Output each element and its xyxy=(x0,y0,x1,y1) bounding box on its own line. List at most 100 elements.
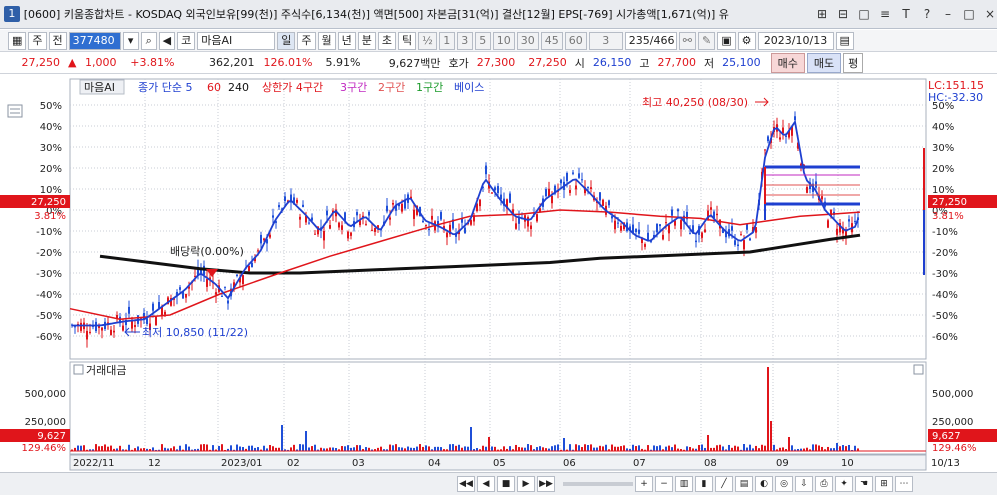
print-icon[interactable]: ⎙ xyxy=(815,476,833,492)
volume-bar xyxy=(722,446,724,451)
candle-body xyxy=(110,329,112,335)
fraction-button[interactable]: ½ xyxy=(418,31,437,50)
text-icon[interactable]: T xyxy=(899,7,913,21)
zoom-in-icon[interactable]: + xyxy=(635,476,653,492)
count-field[interactable]: 235/466 xyxy=(624,31,677,50)
search-icon[interactable]: ⌕ xyxy=(140,31,157,50)
stock-name-field[interactable]: 마음AI xyxy=(197,31,276,50)
legend-seg1[interactable]: 1구간 xyxy=(416,81,443,94)
time-axis-label: 03 xyxy=(352,458,365,469)
code-dropdown-icon[interactable]: ▾ xyxy=(122,31,139,50)
period-month[interactable]: 월 xyxy=(317,31,336,50)
candle-body xyxy=(86,330,88,340)
minute-30[interactable]: 30 xyxy=(516,31,539,50)
period-tick[interactable]: 틱 xyxy=(398,31,417,50)
prev-icon[interactable]: ◀ xyxy=(477,476,495,492)
zoom-out-icon[interactable]: − xyxy=(655,476,673,492)
ask-price: 27,250 xyxy=(528,56,567,69)
average-button[interactable]: 평 xyxy=(843,52,864,73)
volume-settings-icon[interactable] xyxy=(73,364,84,375)
tile-icon[interactable]: ⊞ xyxy=(815,7,829,21)
volume-axis-right-2: 250,000 xyxy=(932,417,973,428)
legend-ma5[interactable]: 종가 단순 5 xyxy=(138,81,192,94)
chart-type-icon[interactable]: ▥ xyxy=(675,476,693,492)
maximize-icon[interactable]: □ xyxy=(962,7,976,21)
settings-icon[interactable]: ⚙ xyxy=(737,31,756,50)
candle-body xyxy=(578,173,580,178)
hc-value: HC:-32.30 xyxy=(928,91,983,104)
market-select[interactable]: 주 xyxy=(28,31,47,50)
help-icon[interactable]: ? xyxy=(920,7,934,21)
period-week[interactable]: 주 xyxy=(297,31,316,50)
export-icon[interactable]: ⇩ xyxy=(795,476,813,492)
window-box-icon[interactable]: □ xyxy=(857,7,871,21)
draw-icon[interactable]: ✎ xyxy=(698,31,716,50)
candle-body xyxy=(128,306,130,314)
minimize-icon[interactable]: – xyxy=(941,7,955,21)
minute-10[interactable]: 10 xyxy=(492,31,515,50)
volume-bar xyxy=(659,445,661,451)
legend-seg2[interactable]: 2구간 xyxy=(378,81,405,94)
save-icon[interactable]: ▣ xyxy=(717,31,736,50)
speaker-icon[interactable]: ◀ xyxy=(158,31,176,50)
minute-1[interactable]: 1 xyxy=(438,31,455,50)
candle-body xyxy=(302,204,304,207)
current-price-tag-right-text: 27,250 xyxy=(932,197,967,208)
legend-ma60[interactable]: 60 xyxy=(207,81,221,94)
hand-icon[interactable]: ☚ xyxy=(855,476,873,492)
volume-pane[interactable] xyxy=(69,361,927,455)
color-icon[interactable]: ◐ xyxy=(755,476,773,492)
period-year[interactable]: 년 xyxy=(337,31,356,50)
volume-bar xyxy=(467,446,469,451)
volume-close-icon[interactable] xyxy=(913,364,924,375)
split-icon[interactable]: ⊟ xyxy=(836,7,850,21)
calendar-icon[interactable]: ▤ xyxy=(835,31,854,50)
sell-button[interactable]: 매도 xyxy=(806,52,842,73)
legend-ma240[interactable]: 240 xyxy=(228,81,249,94)
grid-icon[interactable]: ▦ xyxy=(8,31,27,50)
legend-seg3[interactable]: 3구간 xyxy=(340,81,367,94)
minute-60[interactable]: 60 xyxy=(564,31,587,50)
last-icon[interactable]: ▶▶ xyxy=(537,476,555,492)
first-icon[interactable]: ◀◀ xyxy=(457,476,475,492)
more-icon[interactable]: ⋯ xyxy=(895,476,913,492)
candle-body xyxy=(269,234,271,238)
period-day[interactable]: 일 xyxy=(277,31,296,50)
chart-area[interactable]: 50% 40% 30% 20% 10% 0% -10% -20% -30% -40% -50% -60… xyxy=(0,75,997,495)
close-icon[interactable]: × xyxy=(983,7,997,21)
date-field[interactable]: 2023/10/13 xyxy=(757,31,834,50)
candle-body xyxy=(95,321,97,332)
link-icon[interactable]: ⚯ xyxy=(678,31,697,50)
minute-45[interactable]: 45 xyxy=(540,31,563,50)
candle-body xyxy=(668,225,670,234)
candle-body xyxy=(671,209,673,216)
legend-limit[interactable]: 상한가 4구간 xyxy=(262,81,323,94)
layout-icon[interactable]: ⊞ xyxy=(875,476,893,492)
period-minute[interactable]: 분 xyxy=(357,31,376,50)
current-price-tag-left-text: 27,250 xyxy=(31,197,66,208)
period-second[interactable]: 초 xyxy=(377,31,396,50)
type-select[interactable]: 전 xyxy=(48,31,67,50)
stop-icon[interactable]: ■ xyxy=(497,476,515,492)
candle-body xyxy=(569,189,571,193)
candle-icon[interactable]: ▮ xyxy=(695,476,713,492)
bar-icon[interactable]: ▤ xyxy=(735,476,753,492)
legend-base[interactable]: 베이스 xyxy=(454,81,484,94)
overlay-icon[interactable]: ◎ xyxy=(775,476,793,492)
scroll-slider[interactable] xyxy=(563,482,633,486)
next-icon[interactable]: ▶ xyxy=(517,476,535,492)
buy-button[interactable]: 매수 xyxy=(770,52,805,73)
time-axis-label: 07 xyxy=(633,458,646,469)
minute-custom-select[interactable]: 3 xyxy=(588,31,623,50)
indicator-settings-icon[interactable] xyxy=(7,104,23,118)
minute-5[interactable]: 5 xyxy=(474,31,491,50)
price-pane[interactable] xyxy=(69,78,927,360)
stock-code-input[interactable]: 377480 xyxy=(68,31,121,50)
menu-icon[interactable]: ≡ xyxy=(878,7,892,21)
tool-icon[interactable]: ✦ xyxy=(835,476,853,492)
candle-body xyxy=(257,250,259,252)
volume-bar xyxy=(602,446,604,451)
volume-bar xyxy=(509,446,511,451)
minute-3[interactable]: 3 xyxy=(456,31,473,50)
trend-icon[interactable]: ╱ xyxy=(715,476,733,492)
